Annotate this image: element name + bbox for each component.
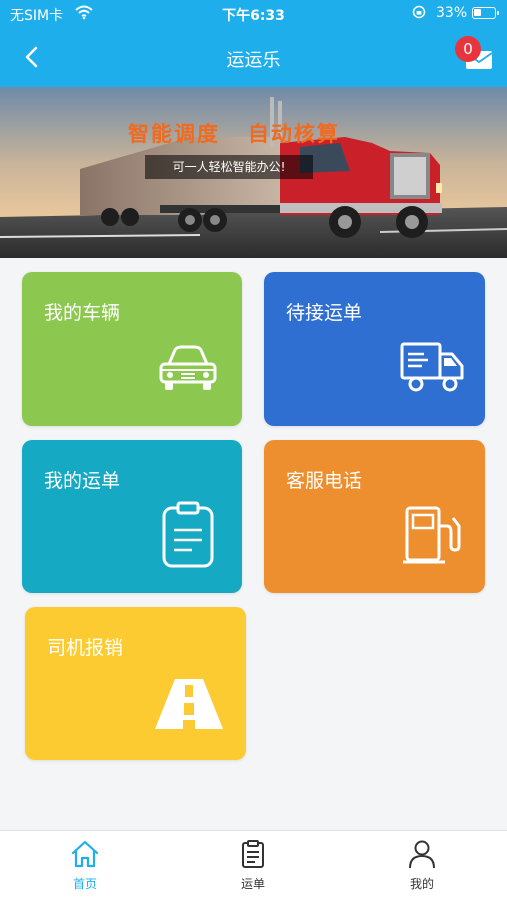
tab-orders[interactable]: 运单 (203, 831, 303, 900)
pending-orders-card[interactable]: 待接运单 (264, 272, 485, 426)
my-orders-card[interactable]: 我的运单 (22, 440, 242, 593)
orientation-lock-icon (412, 5, 426, 22)
card-label: 我的车辆 (44, 302, 121, 324)
my-vehicles-card[interactable]: 我的车辆 (22, 272, 242, 426)
tab-profile[interactable]: 我的 (372, 831, 472, 900)
card-label: 待接运单 (286, 302, 363, 324)
banner-headline: 智能调度 自动核算 (128, 122, 340, 146)
banner-subline: 可一人轻松智能办公! (145, 155, 313, 179)
fuel-pump-icon (401, 504, 465, 572)
nav-bar: 运运乐 0 (0, 28, 507, 87)
status-time: 下午6:33 (222, 8, 285, 24)
driver-reimbursement-card[interactable]: 司机报销 (25, 607, 246, 760)
customer-service-card[interactable]: 客服电话 (264, 440, 485, 593)
tab-orders-label: 运单 (240, 877, 265, 891)
promo-banner: 智能调度 自动核算 可一人轻松智能办公! (0, 87, 507, 258)
bottom-tab-bar: 首页 运单 我的 (0, 830, 507, 900)
tab-home[interactable]: 首页 (35, 831, 135, 900)
battery-icon (472, 7, 499, 19)
top-bar: 无SIM卡 下午6:33 33% 运运乐 0 (0, 0, 507, 87)
notification-badge: 0 (455, 36, 481, 62)
page-title: 运运乐 (226, 50, 281, 71)
user-icon (409, 840, 435, 869)
card-label: 我的运单 (44, 470, 121, 492)
tab-profile-label: 我的 (409, 877, 434, 891)
status-bar: 无SIM卡 下午6:33 33% (0, 0, 507, 28)
card-label: 司机报销 (47, 637, 124, 659)
car-icon (157, 344, 219, 398)
home-icon (71, 840, 99, 868)
truck-icon (398, 338, 466, 402)
card-label: 客服电话 (286, 470, 363, 492)
battery-percentage: 33% (436, 5, 468, 21)
list-icon (242, 840, 264, 868)
tab-home-label: 首页 (72, 877, 97, 891)
clipboard-icon (160, 500, 216, 574)
road-icon (153, 677, 225, 735)
